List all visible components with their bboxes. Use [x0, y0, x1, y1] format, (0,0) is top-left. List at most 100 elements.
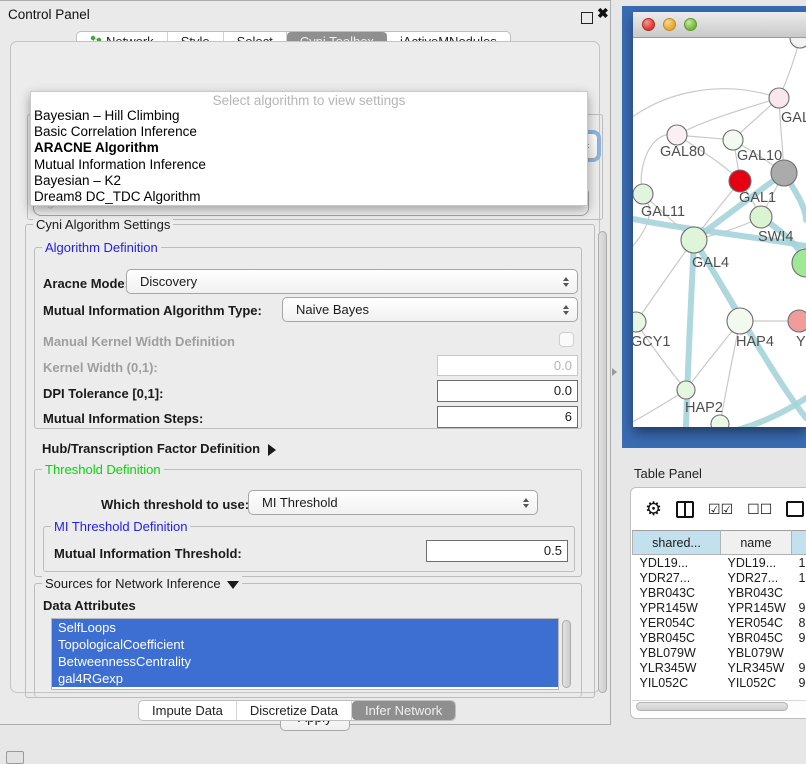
aracne-mode-combo[interactable]: Discovery: [126, 269, 578, 294]
table-cell: YPR145W: [721, 600, 792, 615]
mi-threshold-field[interactable]: 0.5: [426, 540, 568, 562]
mi-steps-field[interactable]: 6: [437, 406, 578, 428]
attribute-item[interactable]: BetweennessCentrality: [52, 653, 558, 670]
table-row[interactable]: YBR043CYBR043C: [633, 585, 806, 600]
table-cell: 8.: [792, 615, 806, 630]
table-cell: 9.: [792, 630, 806, 645]
attribute-item[interactable]: SelfLoops: [52, 619, 558, 636]
network-node[interactable]: [711, 415, 729, 427]
table-cell: 9.: [792, 660, 806, 675]
table-row[interactable]: YDL19...YDL19...13: [633, 555, 806, 571]
table-cell: YBR045C: [721, 630, 792, 645]
network-node[interactable]: [633, 184, 653, 204]
float-window-icon[interactable]: [581, 12, 593, 24]
split-columns-icon[interactable]: [676, 501, 694, 518]
deselect-all-checkboxes-icon[interactable]: ☐☐: [747, 501, 772, 518]
table-cell: YBR043C: [633, 585, 721, 600]
network-edge[interactable]: [633, 390, 686, 427]
hub-definition-toggle[interactable]: Hub/Transcription Factor Definition: [42, 441, 276, 456]
table-row[interactable]: YER054CYER054C8.: [633, 615, 806, 630]
table-cell: YBL079W: [633, 645, 721, 660]
network-node[interactable]: [792, 249, 806, 277]
combo-arrows-icon: [519, 498, 533, 508]
network-node[interactable]: [790, 38, 806, 48]
table-cell: YBL079W: [721, 645, 792, 660]
algorithm-definition-title: Algorithm Definition: [42, 240, 161, 255]
column-header[interactable]: shared...: [633, 531, 721, 555]
network-graph[interactable]: GALGAL80GAL10GAL1GAL11SWI4GAL4GCY1HAP4YH…: [633, 38, 806, 427]
table-hscroll-thumb[interactable]: [636, 702, 788, 711]
table-row[interactable]: YBR045CYBR045C9.: [633, 630, 806, 645]
table-cell: YLR345W: [721, 660, 792, 675]
expand-right-icon: [268, 444, 276, 456]
network-node[interactable]: [750, 206, 772, 228]
dropdown-placeholder: Select algorithm to view settings: [31, 92, 587, 108]
network-node[interactable]: [727, 308, 753, 334]
algorithm-option[interactable]: Bayesian – K2: [31, 173, 587, 189]
kernel-width-field[interactable]: 0.0: [437, 355, 578, 376]
kernel-width-label: Kernel Width (0,1):: [43, 360, 158, 375]
algorithm-list: Bayesian – Hill ClimbingBasic Correlatio…: [31, 108, 587, 205]
algorithm-option[interactable]: ARACNE Algorithm: [31, 140, 587, 156]
network-edge[interactable]: [636, 240, 694, 322]
table-cell: YLR345W: [633, 660, 721, 675]
tab-infer-network[interactable]: Infer Network: [352, 701, 455, 720]
close-icon[interactable]: ✖: [597, 5, 609, 22]
algorithm-option[interactable]: Mutual Information Inference: [31, 157, 587, 173]
node-table[interactable]: shared...name YDL19...YDL19...13YDR27...…: [632, 530, 806, 690]
table-row[interactable]: YBL079WYBL079W: [633, 645, 806, 660]
attributes-list-scrollbar[interactable]: [562, 620, 571, 688]
network-node[interactable]: [633, 312, 646, 332]
network-edge[interactable]: [636, 322, 686, 390]
select-all-checkboxes-icon[interactable]: ☑☑: [708, 501, 733, 518]
cyni-algorithm-settings-group: Cyni Algorithm Settings Algorithm Defini…: [25, 224, 595, 698]
table-row[interactable]: YPR145WYPR145W9.: [633, 600, 806, 615]
settings-scrollbar[interactable]: [598, 231, 607, 693]
network-window-titlebar[interactable]: [633, 12, 806, 38]
export-table-icon[interactable]: [786, 501, 804, 517]
network-node[interactable]: [769, 88, 789, 108]
network-edge[interactable]: [633, 89, 779, 126]
table-row[interactable]: YIL052CYIL052C9.: [633, 675, 806, 690]
table-cell: YBR043C: [721, 585, 792, 600]
table-panel-card: ⚙ ☑☑ ☐☐ shared...name YDL19...YDL19...13…: [630, 487, 806, 719]
network-canvas[interactable]: GALGAL80GAL10GAL1GAL11SWI4GAL4GCY1HAP4YH…: [633, 38, 806, 427]
manual-kernel-checkbox[interactable]: [559, 332, 574, 347]
node-label: GCY1: [633, 334, 671, 350]
splitter-arrow-icon[interactable]: [612, 368, 617, 376]
tab-discretize-data[interactable]: Discretize Data: [237, 701, 352, 720]
zoom-traffic-light-icon[interactable]: [684, 18, 697, 31]
table-row[interactable]: YLR345WYLR345W9.: [633, 660, 806, 675]
node-label: GAL10: [737, 148, 782, 164]
network-node[interactable]: [729, 170, 751, 192]
network-node[interactable]: [667, 125, 687, 145]
network-node[interactable]: [677, 381, 695, 399]
algorithm-option[interactable]: Dream8 DC_TDC Algorithm: [31, 189, 587, 205]
table-row[interactable]: YDR27...YDR27...12: [633, 570, 806, 585]
settings-gear-icon[interactable]: ⚙: [645, 498, 662, 521]
column-header[interactable]: [792, 531, 806, 555]
close-traffic-light-icon[interactable]: [642, 18, 655, 31]
dpi-tolerance-field[interactable]: 0.0: [437, 380, 578, 402]
network-node[interactable]: [681, 227, 707, 253]
attribute-item[interactable]: TopologicalCoefficient: [52, 636, 558, 653]
tab-impute-data[interactable]: Impute Data: [139, 701, 237, 720]
table-cell: YDR27...: [633, 570, 721, 585]
node-label: Y: [796, 334, 806, 350]
algorithm-option[interactable]: Bayesian – Hill Climbing: [31, 108, 587, 124]
mi-type-combo[interactable]: Naive Bayes: [282, 297, 578, 322]
collapse-down-icon: [227, 581, 239, 589]
which-threshold-combo[interactable]: MI Threshold: [248, 490, 538, 515]
table-cell: 13: [792, 555, 806, 571]
collapsed-panel-icon[interactable]: [6, 751, 24, 764]
algorithm-option[interactable]: Basic Correlation Inference: [31, 124, 587, 140]
threshold-definition-title: Threshold Definition: [42, 462, 164, 477]
minimize-traffic-light-icon[interactable]: [663, 18, 676, 31]
column-header[interactable]: name: [721, 531, 792, 555]
network-edge[interactable]: [677, 98, 779, 135]
table-cell: [792, 585, 806, 600]
network-node[interactable]: [788, 310, 806, 332]
sources-toggle[interactable]: Sources for Network Inference: [42, 576, 242, 591]
attribute-item[interactable]: gal4RGexp: [52, 670, 558, 687]
network-node[interactable]: [723, 130, 743, 150]
